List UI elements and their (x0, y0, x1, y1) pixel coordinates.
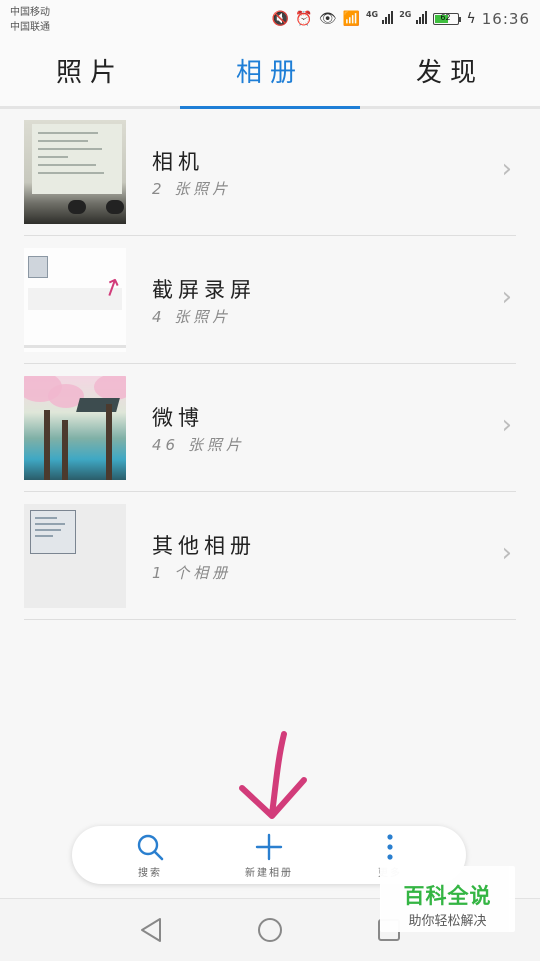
home-icon[interactable] (255, 915, 285, 945)
signal-bars-icon (382, 10, 394, 24)
net-type-2: 2G (399, 10, 412, 19)
signal-1: 4G (365, 10, 394, 28)
net-type-1: 4G (365, 10, 379, 19)
search-icon (90, 826, 210, 862)
album-count: 2 张照片 (152, 180, 232, 198)
more-vertical-icon (330, 826, 450, 862)
clock: 16:36 (481, 10, 530, 28)
carrier-info: 中国移动 中国联通 (10, 5, 50, 35)
back-icon[interactable] (136, 915, 166, 945)
album-thumbnail (24, 504, 126, 608)
alarm-icon: ⏰ (295, 11, 313, 27)
signal-2: 2G (399, 10, 427, 28)
watermark-subtitle: 助你轻松解决 (408, 914, 487, 929)
album-thumbnail: ↑ (24, 248, 126, 352)
plus-icon (209, 826, 329, 862)
album-count: 46 张照片 (152, 436, 245, 454)
tab-discover[interactable]: 发现 (360, 40, 540, 106)
album-list: 相机 2 张照片 › ↑ 截屏录屏 4 张照片 › 微博 46 张照片 › 其他… (24, 108, 516, 620)
album-row-camera[interactable]: 相机 2 张照片 › (24, 108, 516, 236)
status-bar: 中国移动 中国联通 🔇 ⏰ 👁 📶 4G 2G 62 ϟ 16:36 (0, 0, 540, 40)
album-count: 1 个相册 (152, 564, 232, 582)
album-row-screenshots[interactable]: ↑ 截屏录屏 4 张照片 › (24, 236, 516, 364)
signal-bars-icon (415, 10, 427, 24)
album-title: 相机 (152, 150, 204, 174)
annotation-arrow (239, 731, 307, 819)
status-icons: 🔇 ⏰ 👁 📶 4G 2G 62 ϟ 16:36 (272, 9, 530, 29)
album-row-weibo[interactable]: 微博 46 张照片 › (24, 364, 516, 492)
album-thumbnail (24, 120, 126, 224)
search-label: 搜索 (138, 868, 162, 879)
wifi-icon: 📶 (342, 11, 360, 27)
new-album-button[interactable]: 新建相册 (209, 826, 329, 884)
album-count: 4 张照片 (152, 308, 232, 326)
album-title: 微博 (152, 406, 204, 430)
watermark-title: 百科全说 (403, 884, 492, 908)
album-thumbnail (24, 376, 126, 480)
chevron-right-icon: › (501, 282, 512, 312)
battery-icon: 62 (432, 13, 461, 25)
carrier-1: 中国移动 (10, 7, 50, 18)
chevron-right-icon: › (501, 410, 512, 440)
chevron-right-icon: › (501, 538, 512, 568)
battery-level: 62 (440, 13, 451, 22)
new-album-label: 新建相册 (245, 868, 293, 879)
tab-photos[interactable]: 照片 (0, 40, 180, 106)
chevron-right-icon: › (501, 154, 512, 184)
album-row-other[interactable]: 其他相册 1 个相册 › (24, 492, 516, 620)
eye-icon: 👁 (318, 11, 337, 27)
tab-albums[interactable]: 相册 (180, 40, 360, 106)
album-title: 其他相册 (152, 534, 256, 558)
watermark: 百科全说 助你轻松解决 (380, 866, 515, 932)
carrier-2: 中国联通 (10, 22, 50, 33)
mute-icon: 🔇 (271, 11, 290, 27)
search-button[interactable]: 搜索 (90, 826, 210, 884)
tab-bar: 照片 相册 发现 (0, 40, 540, 109)
charging-icon: ϟ (466, 11, 476, 27)
album-title: 截屏录屏 (152, 278, 256, 302)
